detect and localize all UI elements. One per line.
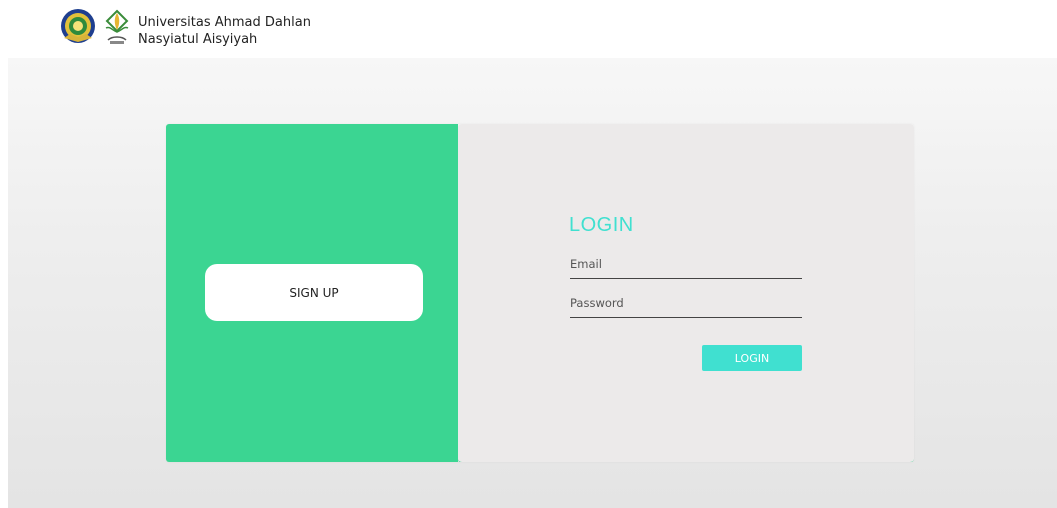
login-panel: LOGIN LOGIN [458,124,914,462]
password-field[interactable] [570,292,802,318]
site-header: Universitas Ahmad Dahlan Nasyiatul Aisyi… [0,0,1057,58]
brand-text: Universitas Ahmad Dahlan Nasyiatul Aisyi… [138,14,311,48]
brand-university-name: Universitas Ahmad Dahlan [138,15,311,30]
uad-seal-logo-icon [61,9,95,43]
signup-panel: SIGN UP [166,124,458,462]
nasyiatul-aisyiyah-logo-icon [105,9,129,44]
login-button[interactable]: LOGIN [702,345,802,371]
signup-button[interactable]: SIGN UP [205,264,423,321]
email-field[interactable] [570,253,802,279]
auth-card: SIGN UP LOGIN LOGIN [166,124,914,462]
login-title: LOGIN [569,214,634,236]
brand-organization-name: Nasyiatul Aisyiyah [138,32,258,47]
